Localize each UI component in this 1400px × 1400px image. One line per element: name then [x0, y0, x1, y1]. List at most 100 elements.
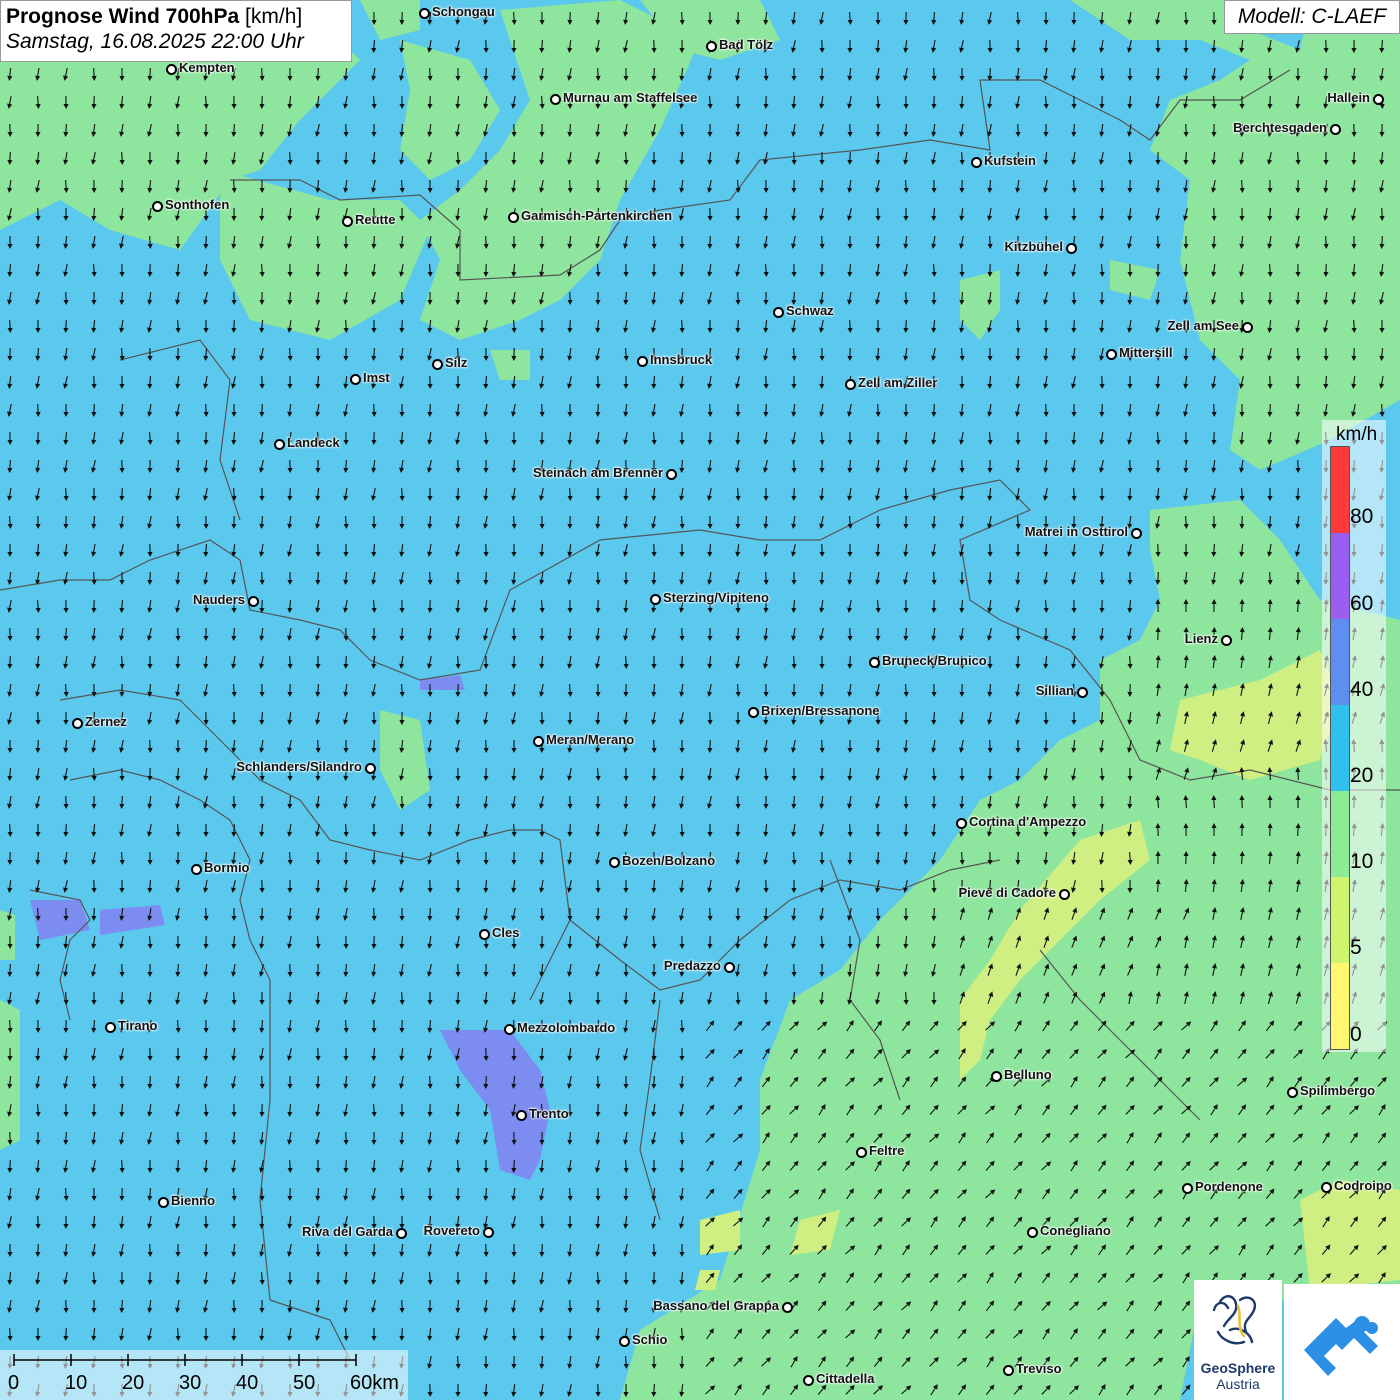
- scale-tick-label: 30: [179, 1372, 202, 1394]
- city-marker: [350, 374, 361, 385]
- city-label: Bruneck/Brunico: [882, 653, 987, 668]
- city-marker: [1330, 124, 1341, 135]
- scale-tick-label: 0: [8, 1372, 20, 1394]
- scale-bar-panel: [0, 1350, 408, 1400]
- city-marker: [609, 857, 620, 868]
- map-title-main: Prognose Wind 700hPa: [6, 5, 240, 28]
- city-label: Reutte: [355, 212, 396, 227]
- scale-tick-label: 50: [293, 1372, 316, 1394]
- city-marker: [1027, 1227, 1038, 1238]
- city-marker: [1077, 687, 1088, 698]
- city-marker: [1321, 1182, 1332, 1193]
- city-marker: [956, 818, 967, 829]
- legend-tick-label: 20: [1350, 764, 1374, 787]
- city-label: Zell am Ziller: [858, 375, 938, 390]
- map-title: Prognose Wind 700hPa [km/h]: [6, 5, 346, 29]
- city-marker: [365, 763, 376, 774]
- city-label: Zell am See: [1167, 318, 1239, 333]
- city-marker: [1003, 1365, 1014, 1376]
- legend-swatch: [1331, 877, 1349, 963]
- legend-swatch: [1331, 705, 1349, 791]
- city-label: Conegliano: [1040, 1223, 1111, 1238]
- city-label: Bormio: [204, 860, 250, 875]
- city-label: Garmisch-Partenkirchen: [521, 208, 673, 223]
- geosphere-logo[interactable]: GeoSphere Austria: [1194, 1280, 1282, 1400]
- city-label: Schlanders/Silandro: [236, 759, 362, 774]
- legend-tick-label: 60: [1350, 592, 1374, 615]
- legend-tick-label: 10: [1350, 850, 1374, 873]
- city-label: Imst: [363, 370, 390, 385]
- city-label: Kempten: [179, 60, 235, 75]
- legend-tick-label: 0: [1350, 1023, 1362, 1046]
- city-label: Schongau: [432, 4, 495, 19]
- city-label: Lienz: [1184, 631, 1218, 646]
- city-label: Codroipo: [1334, 1178, 1392, 1193]
- city-label: Mittersill: [1119, 345, 1173, 360]
- city-marker: [782, 1302, 793, 1313]
- city-label: Pieve di Cadore: [958, 885, 1056, 900]
- wind-map[interactable]: Prognose Wind 700hPa [km/h] Samstag, 16.…: [0, 0, 1400, 1400]
- legend-unit: km/h: [1336, 424, 1378, 445]
- city-label: Murnau am Staffelsee: [563, 90, 698, 105]
- geosphere-logo-line2: Austria: [1216, 1376, 1260, 1392]
- city-label: Matrei in Osttirol: [1024, 524, 1128, 539]
- city-label: Treviso: [1016, 1361, 1062, 1376]
- city-marker: [72, 718, 83, 729]
- city-label: Belluno: [1004, 1067, 1052, 1082]
- city-marker: [748, 707, 759, 718]
- city-label: Schio: [632, 1332, 668, 1347]
- city-marker: [971, 157, 982, 168]
- city-label: Nauders: [192, 592, 245, 607]
- city-marker: [166, 64, 177, 75]
- scale-tick-label: 10: [65, 1372, 88, 1394]
- city-marker: [432, 359, 443, 370]
- city-label: Spilimbergo: [1300, 1083, 1376, 1098]
- title-panel: Prognose Wind 700hPa [km/h] Samstag, 16.…: [0, 0, 352, 62]
- city-marker: [666, 469, 677, 480]
- city-label: Landeck: [287, 435, 340, 450]
- city-marker: [419, 8, 430, 19]
- forecast-datetime: Samstag, 16.08.2025 22:00 Uhr: [6, 30, 304, 53]
- city-marker: [845, 379, 856, 390]
- scale-tick-label: 40: [236, 1372, 259, 1394]
- city-label: Kufstein: [984, 153, 1036, 168]
- city-marker: [637, 356, 648, 367]
- legend-swatch: [1331, 533, 1349, 619]
- city-marker: [248, 596, 259, 607]
- city-label: Innsbruck: [650, 352, 713, 367]
- city-marker: [1059, 889, 1070, 900]
- legend-swatch: [1331, 791, 1349, 877]
- city-marker: [483, 1227, 494, 1238]
- city-label: Brixen/Bressanone: [761, 703, 880, 718]
- city-label: Meran/Merano: [546, 732, 635, 747]
- weather-app-logo[interactable]: [1284, 1284, 1400, 1400]
- city-label: Bassano del Grappa: [653, 1298, 779, 1313]
- city-label: Silz: [445, 355, 468, 370]
- geosphere-emblem-icon: [1212, 1295, 1257, 1345]
- geosphere-logo-line1: GeoSphere: [1200, 1360, 1276, 1376]
- city-label: Sterzing/Vipiteno: [663, 590, 769, 605]
- scale-bar: [13, 1354, 357, 1366]
- city-marker: [508, 212, 519, 223]
- city-marker: [1221, 635, 1232, 646]
- city-label: Kitzbühel: [1004, 239, 1064, 254]
- city-label: Pordenone: [1195, 1179, 1263, 1194]
- legend-swatch: [1331, 963, 1349, 1049]
- city-label: Cles: [492, 925, 520, 940]
- city-label: Rovereto: [423, 1223, 480, 1238]
- city-marker: [650, 594, 661, 605]
- city-label: Steinach am Brenner: [532, 465, 663, 480]
- city-marker: [533, 736, 544, 747]
- city-label: Bad Tölz: [719, 37, 774, 52]
- city-marker: [158, 1197, 169, 1208]
- city-label: Riva del Garda: [301, 1224, 393, 1239]
- city-marker: [856, 1147, 867, 1158]
- city-label: Feltre: [869, 1143, 905, 1158]
- city-marker: [991, 1071, 1002, 1082]
- city-marker: [550, 94, 561, 105]
- city-marker: [504, 1024, 515, 1035]
- city-marker: [1066, 243, 1077, 254]
- model-label: Modell: C-LAEF: [1224, 0, 1400, 34]
- city-marker: [516, 1110, 527, 1121]
- city-label: Trento: [529, 1106, 569, 1121]
